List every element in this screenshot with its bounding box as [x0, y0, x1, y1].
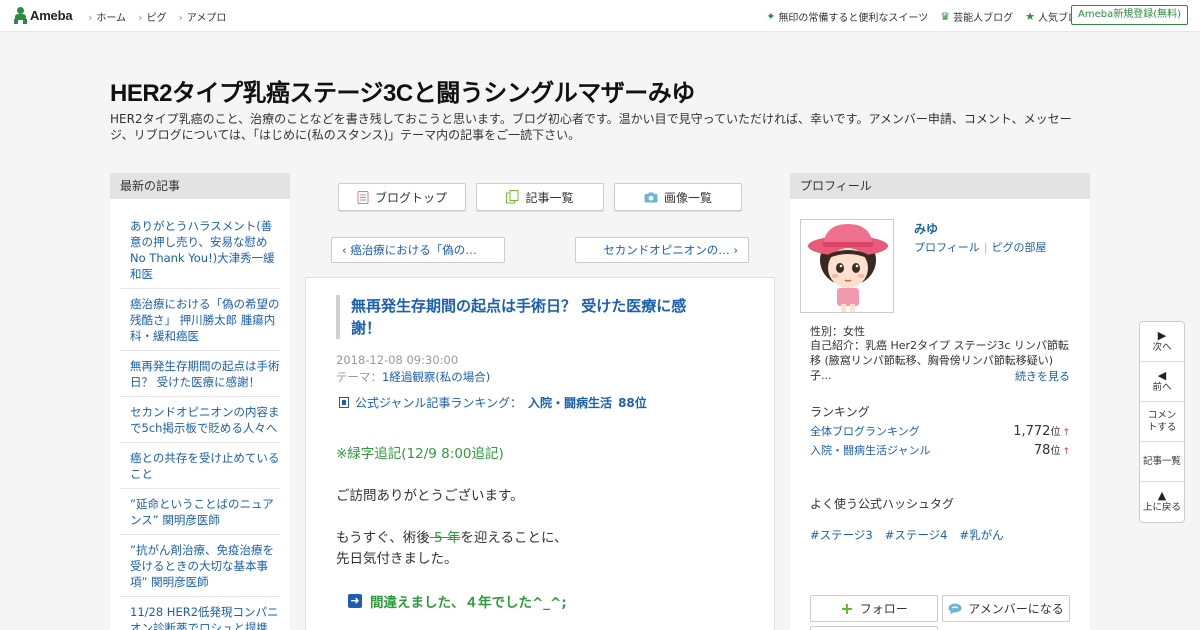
floating-side-nav: ▶ 次へ ◀ 前へ コメントする 記事一覧 ▲ 上に戻る — [1139, 321, 1185, 523]
arrow-right-icon: ➜ — [348, 594, 362, 608]
prev-button[interactable]: ◀ 前へ — [1140, 362, 1184, 402]
play-icon: ▶ — [1157, 328, 1167, 342]
extra-profile-button[interactable] — [810, 626, 938, 630]
recent-post-item[interactable]: ”延命ということばのニュアンス” 関明彦医師 — [120, 489, 280, 535]
article-paragraph: ※緑字追記(12/9 8:00追記) — [336, 446, 504, 462]
article-paragraph: もうすぐ、術後 5 年を迎えることに、 — [336, 530, 568, 546]
next-article-link[interactable]: セカンドオピニオンの… › — [575, 237, 749, 263]
top-right-links: ✦ 無印の常備すると便利なスイーツ ♛ 芸能人ブログ ★ 人気ブログ — [766, 9, 1088, 24]
recent-posts-list: ありがとうハラスメント(善意の押し売り、安易な慰めNo Thank You!)大… — [120, 209, 280, 630]
next-button[interactable]: ▶ 次へ — [1140, 322, 1184, 362]
recent-post-item[interactable]: 癌治療における「偽の希望の残酷さ」 押川勝太郎 腫瘍内科・緩和癌医 — [120, 289, 280, 351]
amember-button[interactable]: アメンバーになる — [942, 595, 1070, 622]
camera-icon — [644, 192, 658, 202]
recent-post-item[interactable]: 11/28 HER2低発現コンパニオン診断薬でロシュと提携 DS-8201の第一… — [120, 597, 280, 630]
article-list-side-button[interactable]: 記事一覧 — [1140, 442, 1184, 482]
hashtag-link[interactable]: #ステージ3 — [810, 527, 873, 543]
up-triangle-icon: ▲ — [1157, 489, 1167, 502]
nav-home[interactable]: ホーム — [88, 9, 126, 24]
ranking-row-genre: 入院・闘病生活ジャンル 78位 ↑ — [810, 442, 1070, 458]
image-list-button[interactable]: 画像一覧 — [614, 183, 742, 211]
crown-icon: ♛ — [940, 10, 951, 23]
back-to-top-button[interactable]: ▲ 上に戻る — [1140, 482, 1184, 522]
prev-article-link[interactable]: ‹ 癌治療における「偽の… — [331, 237, 505, 263]
article-body: ※緑字追記(12/9 8:00追記) ご訪問ありがとうございます。 もうすぐ、術… — [336, 444, 746, 570]
genre-rank-value: 88位 — [618, 396, 647, 410]
logo-text: Ameba — [30, 8, 73, 23]
notebook-icon — [357, 190, 369, 204]
follow-button[interactable]: + フォロー — [810, 595, 938, 622]
ranking-heading: ランキング — [810, 405, 870, 419]
ameba-logo-icon — [14, 7, 27, 24]
article-date: 2018-12-08 09:30:00 — [336, 353, 459, 367]
profile-link[interactable]: プロフィール — [914, 241, 980, 254]
hashtag-heading: よく使う公式ハッシュタグ — [810, 497, 955, 511]
profile-heading: プロフィール — [790, 173, 1090, 199]
plus-icon: + — [840, 599, 854, 618]
blog-top-button[interactable]: ブログトップ — [338, 183, 466, 211]
link-sweets[interactable]: ✦ 無印の常備すると便利なスイーツ — [766, 9, 928, 24]
article-paragraph: ご訪問ありがとうございます。 — [336, 488, 524, 504]
nav-pigg[interactable]: ピグ — [138, 9, 167, 24]
up-arrow-icon: ↑ — [1062, 428, 1070, 438]
up-arrow-icon: ↑ — [1062, 447, 1070, 457]
recent-post-item[interactable]: 癌との共存を受け止めていること — [120, 443, 280, 489]
article-title[interactable]: 無再発生存期間の起点は手術日？ 受けた医療に感謝！ — [336, 295, 716, 339]
article-correction-note: ➜ 間違えました、４年でした^_^; — [348, 591, 567, 611]
nav-amepro[interactable]: アメプロ — [179, 9, 227, 24]
hashtag-list: #ステージ3 #ステージ4 #乳がん — [810, 527, 1004, 543]
genre-name: 入院・闘病生活 — [528, 396, 613, 410]
ranking-label[interactable]: 入院・闘病生活ジャンル — [810, 442, 930, 458]
blog-title[interactable]: HER2タイプ乳癌ステージ3Cと闘うシングルマザーみゆ — [110, 73, 695, 108]
article-paragraph: 先日気付きました。 — [336, 551, 458, 567]
chevron-right-icon: › — [729, 243, 738, 257]
documents-icon — [506, 190, 519, 204]
comment-button[interactable]: コメントする — [1140, 402, 1184, 442]
profile-links: プロフィール | ピグの部屋 — [914, 241, 1047, 254]
top-nav: ホーム ピグ アメプロ — [88, 9, 226, 24]
read-more-link[interactable]: 続きを見る — [1015, 368, 1070, 384]
speech-bubble-icon — [948, 603, 962, 614]
ameba-logo[interactable]: Ameba — [14, 7, 73, 24]
link-celebrity-blog[interactable]: ♛ 芸能人ブログ — [940, 9, 1013, 24]
blog-nav-buttons: ブログトップ 記事一覧 画像一覧 — [338, 183, 742, 211]
genre-ranking[interactable]: 公式ジャンル記事ランキング： 入院・闘病生活 88位 — [339, 394, 647, 411]
hashtag-link[interactable]: #ステージ4 — [885, 527, 948, 543]
top-bar: Ameba ホーム ピグ アメプロ ✦ 無印の常備すると便利なスイーツ ♛ 芸能… — [0, 0, 1200, 32]
profile-name[interactable]: みゆ — [914, 220, 938, 237]
article: 無再発生存期間の起点は手術日？ 受けた医療に感謝！ 2018-12-08 09:… — [305, 277, 775, 630]
pigg-room-link[interactable]: ピグの部屋 — [992, 241, 1047, 254]
recent-post-item[interactable]: 無再発生存期間の起点は手術日？ 受けた医療に感謝！ — [120, 351, 280, 397]
hashtag-link[interactable]: #乳がん — [959, 527, 1003, 543]
article-theme-link[interactable]: 1経過観察(私の場合) — [382, 370, 490, 384]
ranking-label[interactable]: 全体ブログランキング — [810, 423, 920, 439]
profile-gender: 性別：女性 — [810, 325, 865, 338]
sparkle-icon: ✦ — [766, 10, 776, 23]
blog-description: HER2タイプ乳癌のこと、治療のことなどを書き残しておこうと思います。ブログ初心… — [110, 112, 1072, 142]
recent-posts-heading: 最新の記事 — [110, 173, 290, 199]
signup-button[interactable]: Ameba新規登録(無料) — [1070, 5, 1188, 25]
recent-post-item[interactable]: ”抗がん剤治療、免疫治療を受けるときの大切な基本事項” 関明彦医師 — [120, 535, 280, 597]
ranking-icon — [339, 397, 349, 408]
recent-post-item[interactable]: ありがとうハラスメント(善意の押し売り、安易な慰めNo Thank You!)大… — [120, 209, 280, 289]
ranking-row-overall: 全体ブログランキング 1,772位 ↑ — [810, 423, 1070, 439]
article-list-button[interactable]: 記事一覧 — [476, 183, 604, 211]
star-icon: ★ — [1025, 10, 1035, 23]
article-theme: テーマ：1経過観察(私の場合) — [336, 370, 491, 384]
recent-posts-panel: 最新の記事 ありがとうハラスメント(善意の押し売り、安易な慰めNo Thank … — [110, 173, 290, 630]
recent-post-item[interactable]: セカンドオピニオンの内容まで5ch掲示板で貶める人々へ — [120, 397, 280, 443]
avatar[interactable] — [800, 219, 894, 313]
back-icon: ◀ — [1157, 368, 1167, 382]
